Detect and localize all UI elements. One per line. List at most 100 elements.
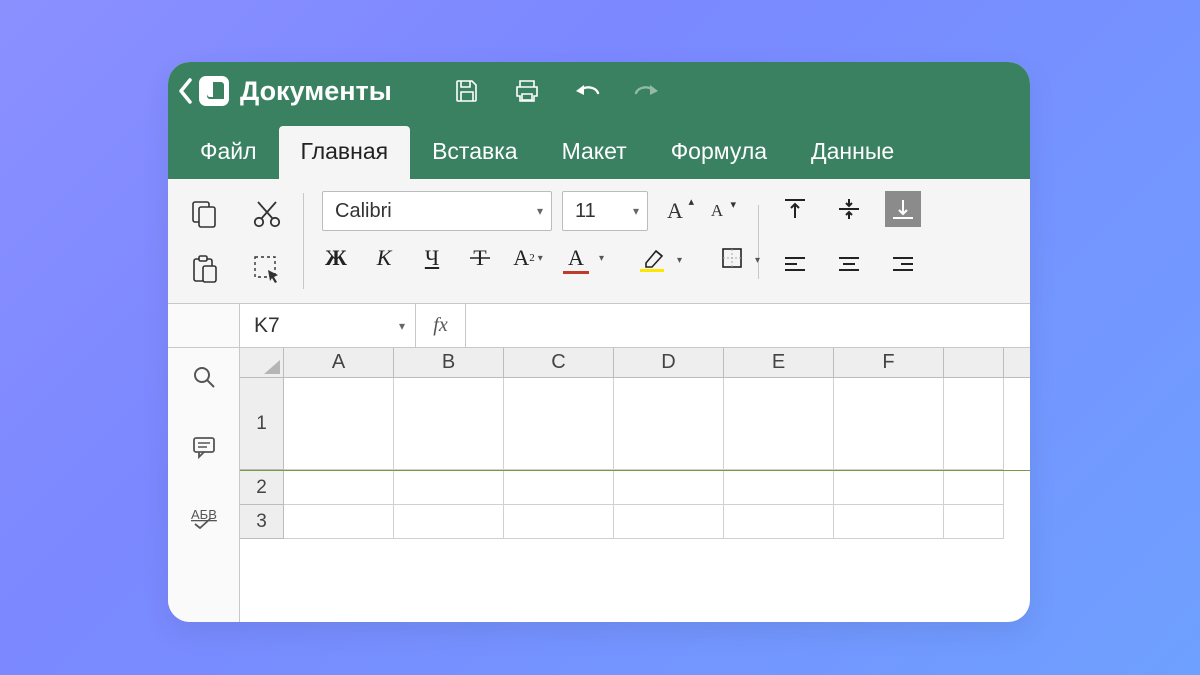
- cell[interactable]: [724, 505, 834, 539]
- app-title: Документы: [240, 76, 392, 107]
- font-size-combo[interactable]: 11 ▾: [562, 191, 648, 231]
- row-header[interactable]: 3: [240, 505, 284, 539]
- cell[interactable]: [724, 378, 834, 470]
- column-header[interactable]: D: [614, 348, 724, 377]
- font-size-stepper: A▴ A▾: [658, 198, 734, 224]
- comments-button[interactable]: [189, 432, 219, 462]
- cell[interactable]: [944, 505, 1004, 539]
- table-row: 3: [240, 505, 1030, 539]
- column-header[interactable]: E: [724, 348, 834, 377]
- app-window: Документы Файл Главная Вставка: [168, 62, 1030, 622]
- column-header[interactable]: F: [834, 348, 944, 377]
- spreadsheet-grid[interactable]: A B C D E F 1: [240, 348, 1030, 622]
- cell[interactable]: [504, 471, 614, 505]
- tab-layout[interactable]: Макет: [540, 126, 649, 179]
- save-button[interactable]: [452, 76, 482, 106]
- row-header[interactable]: 2: [240, 471, 284, 505]
- cell[interactable]: [394, 505, 504, 539]
- formula-input[interactable]: [466, 304, 1030, 347]
- ribbon-tabs: Файл Главная Вставка Макет Формула Данны…: [168, 120, 1030, 179]
- name-box[interactable]: K7 ▾: [240, 304, 416, 347]
- tab-formula[interactable]: Формула: [649, 126, 789, 179]
- cell[interactable]: [834, 378, 944, 470]
- cell[interactable]: [614, 378, 724, 470]
- column-header[interactable]: [944, 348, 1004, 377]
- cell[interactable]: [284, 378, 394, 470]
- valign-middle-button[interactable]: [831, 191, 867, 227]
- cut-button[interactable]: [239, 193, 296, 234]
- column-header[interactable]: B: [394, 348, 504, 377]
- app-logo-icon: [196, 73, 232, 109]
- decrease-font-button[interactable]: A▾: [700, 201, 734, 221]
- cell[interactable]: [944, 378, 1004, 470]
- clipboard-group: [168, 179, 303, 303]
- print-button[interactable]: [512, 76, 542, 106]
- rows: 1 2: [240, 378, 1030, 622]
- cell[interactable]: [944, 471, 1004, 505]
- select-button[interactable]: [239, 248, 296, 289]
- tab-home[interactable]: Главная: [279, 126, 411, 179]
- increase-font-button[interactable]: A▴: [658, 198, 692, 224]
- cell[interactable]: [394, 471, 504, 505]
- highlight-swatch: [640, 269, 664, 272]
- align-group: [777, 191, 921, 293]
- halign-left-button[interactable]: [777, 247, 813, 283]
- tab-insert[interactable]: Вставка: [410, 126, 540, 179]
- chevron-down-icon: ▾: [537, 204, 543, 218]
- font-color-swatch: [563, 271, 589, 274]
- cell[interactable]: [834, 505, 944, 539]
- font-size-value: 11: [575, 200, 596, 223]
- name-box-value: K7: [254, 314, 280, 338]
- cell[interactable]: [614, 505, 724, 539]
- cell[interactable]: [284, 505, 394, 539]
- bold-button[interactable]: Ж: [322, 245, 350, 271]
- subscript-button[interactable]: A2▾: [514, 245, 542, 271]
- grid-area: АБВ A B C D E F 1: [168, 348, 1030, 622]
- formula-bar-row: K7 ▾ fx: [168, 304, 1030, 348]
- fx-button[interactable]: fx: [416, 304, 466, 347]
- font-name-value: Calibri: [335, 200, 392, 223]
- column-headers: A B C D E F: [240, 348, 1030, 378]
- cell[interactable]: [834, 471, 944, 505]
- font-color-button[interactable]: A ▾: [562, 245, 590, 271]
- svg-text:АБВ: АБВ: [191, 507, 217, 522]
- italic-button[interactable]: К: [370, 245, 398, 271]
- font-name-combo[interactable]: Calibri ▾: [322, 191, 552, 231]
- halign-center-button[interactable]: [831, 247, 867, 283]
- copy-button[interactable]: [176, 193, 233, 234]
- undo-button[interactable]: [572, 76, 602, 106]
- find-button[interactable]: [189, 362, 219, 392]
- table-row: 1: [240, 378, 1030, 471]
- redo-button[interactable]: [632, 76, 662, 106]
- cell[interactable]: [504, 505, 614, 539]
- left-tool-rail: АБВ: [168, 348, 240, 622]
- underline-button[interactable]: Ч: [418, 245, 446, 271]
- column-header[interactable]: C: [504, 348, 614, 377]
- cell[interactable]: [394, 378, 504, 470]
- cell[interactable]: [284, 471, 394, 505]
- column-header[interactable]: A: [284, 348, 394, 377]
- cell[interactable]: [724, 471, 834, 505]
- valign-top-button[interactable]: [777, 191, 813, 227]
- cell[interactable]: [504, 378, 614, 470]
- borders-button[interactable]: ▾: [718, 247, 746, 269]
- cell[interactable]: [614, 471, 724, 505]
- left-rail-spacer: [168, 304, 240, 347]
- chevron-down-icon: ▾: [399, 319, 405, 333]
- strikethrough-button[interactable]: T: [466, 246, 494, 270]
- chevron-down-icon: ▾: [633, 204, 639, 218]
- ribbon-main: Calibri ▾ 11 ▾ A▴ A▾ Ж К Ч: [304, 179, 1030, 303]
- paste-button[interactable]: [176, 248, 233, 289]
- quick-access-toolbar: [452, 76, 662, 106]
- spellcheck-button[interactable]: АБВ: [189, 502, 219, 532]
- back-chevron-icon[interactable]: [178, 78, 196, 104]
- tab-data[interactable]: Данные: [789, 126, 916, 179]
- highlight-button[interactable]: ▾: [640, 247, 668, 269]
- valign-bottom-button[interactable]: [885, 191, 921, 227]
- tab-file[interactable]: Файл: [178, 126, 279, 179]
- select-all-corner[interactable]: [240, 348, 284, 377]
- row-header[interactable]: 1: [240, 378, 284, 470]
- halign-right-button[interactable]: [885, 247, 921, 283]
- app-brand[interactable]: Документы: [196, 73, 392, 109]
- table-row: 2: [240, 471, 1030, 505]
